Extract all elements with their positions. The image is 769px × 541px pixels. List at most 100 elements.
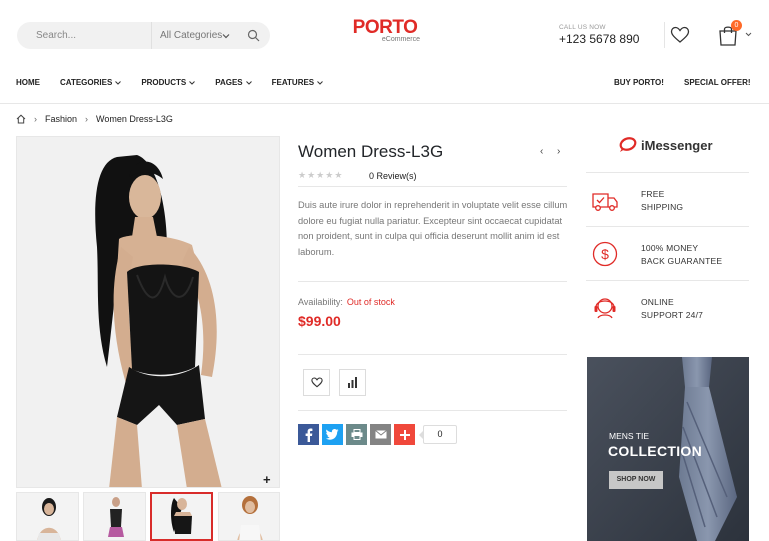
svg-text:$: $	[601, 246, 609, 262]
logo[interactable]: PORTO eCommerce	[350, 17, 420, 44]
breadcrumb-link-fashion[interactable]: Fashion	[45, 114, 77, 124]
facebook-icon	[305, 428, 312, 442]
home-icon[interactable]	[16, 114, 26, 124]
divider	[298, 354, 567, 355]
product-thumbnail-active[interactable]	[150, 492, 213, 541]
prev-product-chevron-icon[interactable]: ‹	[540, 146, 543, 157]
chevron-down-icon	[222, 34, 230, 39]
truck-icon	[592, 193, 618, 211]
banner-title: COLLECTION	[608, 443, 702, 459]
search-bar: All Categories	[17, 22, 270, 49]
divider	[586, 226, 749, 227]
mens-tie-banner[interactable]: MENS TIE COLLECTION SHOP NOW	[587, 357, 749, 541]
product-description: Duis aute irure dolor in reprehenderit i…	[298, 200, 568, 257]
feature-free-shipping: FREE SHIPPING	[641, 188, 683, 214]
headset-icon	[594, 298, 616, 319]
thumbnail-image	[219, 493, 279, 540]
product-thumbnail[interactable]	[218, 492, 280, 541]
imessenger-logo-icon	[619, 137, 637, 152]
thumbnail-image	[152, 494, 211, 539]
envelope-icon	[374, 430, 387, 439]
cart-count-badge: 0	[731, 20, 742, 31]
availability: Availability: Out of stock	[298, 297, 395, 307]
thumbnail-image	[84, 493, 145, 540]
dollar-icon: $	[592, 241, 618, 267]
breadcrumb-separator: ›	[34, 114, 37, 124]
shop-now-button[interactable]: SHOP NOW	[609, 471, 663, 489]
twitter-share-button[interactable]	[322, 424, 343, 445]
nav-item-label: PRODUCTS	[141, 78, 187, 87]
product-main-image[interactable]	[16, 136, 280, 488]
plus-icon	[399, 429, 410, 440]
category-select[interactable]: All Categories	[151, 22, 237, 49]
category-select-value: All Categories	[160, 30, 223, 41]
heart-icon	[310, 377, 323, 388]
print-button[interactable]	[346, 424, 367, 445]
nav-item-categories[interactable]: CATEGORIES	[60, 78, 122, 87]
product-price: $99.00	[298, 313, 341, 329]
zoom-plus-icon[interactable]: +	[263, 472, 271, 487]
logo-text: PORTO	[352, 17, 418, 38]
add-to-compare-button[interactable]	[339, 369, 366, 396]
product-title: Women Dress-L3G	[298, 142, 444, 161]
header-divider-line	[0, 103, 769, 104]
chevron-down-icon	[317, 80, 324, 85]
imessenger-brand: iMessenger	[619, 137, 713, 153]
banner-subtitle: MENS TIE	[609, 431, 649, 441]
nav-link-special-offer[interactable]: SPECIAL OFFER!	[684, 78, 751, 87]
search-button[interactable]	[237, 22, 270, 49]
phone-number[interactable]: +123 5678 890	[559, 32, 639, 46]
wishlist-heart-icon[interactable]	[670, 26, 690, 44]
divider	[586, 172, 749, 173]
call-us-label: CALL US NOW	[559, 24, 606, 31]
main-nav: HOME CATEGORIES PRODUCTS PAGES FEATURES	[16, 78, 343, 87]
bar-chart-icon	[348, 377, 357, 388]
star-icon: ★	[334, 170, 343, 180]
share-count: 0	[419, 425, 457, 444]
reviews-link[interactable]: 0 Review(s)	[369, 171, 417, 181]
more-share-button[interactable]	[394, 424, 415, 445]
feature-line: 100% MONEY	[641, 243, 699, 253]
star-icon: ★	[298, 170, 307, 180]
imessenger-brand-text: iMessenger	[641, 137, 713, 153]
search-icon	[247, 29, 260, 42]
header-divider	[664, 22, 665, 48]
chevron-down-icon	[189, 80, 196, 85]
feature-line: BACK GUARANTEE	[641, 256, 723, 266]
thumbnail-image	[17, 493, 78, 540]
nav-item-pages[interactable]: PAGES	[215, 78, 252, 87]
feature-line: FREE	[641, 189, 665, 199]
nav-item-products[interactable]: PRODUCTS	[141, 78, 196, 87]
email-share-button[interactable]	[370, 424, 391, 445]
add-to-wishlist-button[interactable]	[303, 369, 330, 396]
next-product-chevron-icon[interactable]: ›	[557, 146, 560, 157]
nav-link-buy-porto[interactable]: BUY PORTO!	[614, 78, 664, 87]
search-input[interactable]	[17, 22, 151, 49]
feature-money-back: 100% MONEY BACK GUARANTEE	[641, 242, 722, 268]
product-thumbnail[interactable]	[16, 492, 79, 541]
divider	[298, 186, 567, 187]
nav-item-features[interactable]: FEATURES	[272, 78, 324, 87]
breadcrumb-current: Women Dress-L3G	[96, 114, 173, 124]
facebook-share-button[interactable]	[298, 424, 319, 445]
product-thumbnail[interactable]	[83, 492, 146, 541]
divider	[298, 281, 567, 282]
divider	[586, 280, 749, 281]
availability-label: Availability:	[298, 297, 343, 307]
nav-item-label: HOME	[16, 78, 40, 87]
feature-line: SHIPPING	[641, 202, 684, 212]
woman-in-black-outfit-illustration	[17, 137, 279, 487]
nav-item-label: FEATURES	[271, 78, 315, 87]
star-icon: ★	[325, 170, 334, 180]
feature-line: ONLINE	[641, 297, 674, 307]
rating-stars: ★ ★ ★ ★ ★	[298, 170, 343, 181]
nav-item-home[interactable]: HOME	[16, 78, 40, 87]
breadcrumb-separator: ›	[85, 114, 89, 124]
star-icon: ★	[307, 170, 316, 180]
nav-item-label: PAGES	[215, 78, 243, 87]
breadcrumb: › Fashion › Women Dress-L3G	[16, 114, 173, 124]
divider	[298, 410, 567, 411]
chevron-down-icon	[115, 80, 122, 85]
printer-icon	[351, 429, 362, 440]
chevron-down-icon[interactable]	[745, 32, 752, 37]
